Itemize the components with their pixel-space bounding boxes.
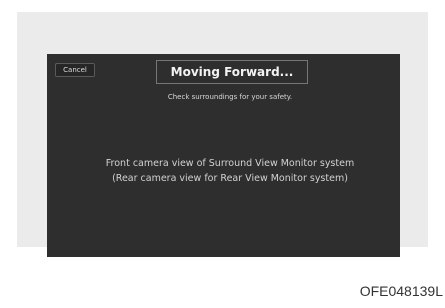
cancel-button[interactable]: Cancel	[55, 63, 95, 77]
camera-display-screen	[47, 54, 400, 257]
figure-code: OFE048139L	[359, 283, 443, 299]
camera-view-description-line-1: Front camera view of Surround View Monit…	[105, 158, 355, 169]
safety-message: Check surroundings for your safety.	[167, 93, 293, 101]
camera-view-description-line-2: (Rear camera view for Rear View Monitor …	[112, 173, 348, 184]
moving-forward-title: Moving Forward...	[156, 60, 308, 84]
